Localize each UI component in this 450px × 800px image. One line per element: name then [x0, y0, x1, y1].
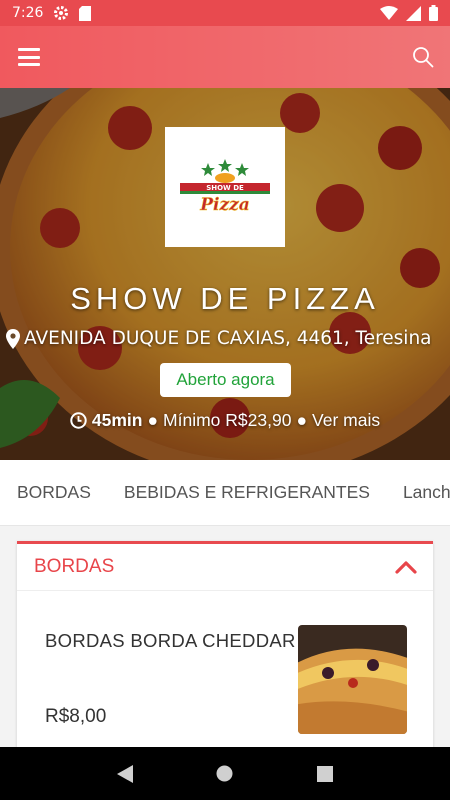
navigation-bar — [0, 747, 450, 800]
delivery-info: 45min ● Mínimo R$23,90 ● Ver mais — [0, 410, 450, 431]
product-price: R$8,00 — [45, 706, 107, 727]
status-bar: 7:26 — [0, 0, 450, 26]
app-bar — [0, 26, 450, 88]
product-name: BORDAS BORDA CHEDDAR — [45, 630, 296, 651]
chevron-up-icon[interactable] — [395, 560, 417, 574]
separator-dot: ● — [147, 410, 159, 430]
open-status-badge: Aberto agora — [160, 363, 291, 397]
search-icon[interactable] — [412, 46, 434, 68]
section-title: BORDAS — [34, 556, 115, 577]
tab-bordas[interactable]: BORDAS — [17, 482, 91, 503]
home-icon[interactable] — [216, 765, 233, 782]
category-section: BORDAS BORDAS BORDA CHEDDAR R$8,00 — [17, 541, 433, 761]
battery-icon — [429, 5, 438, 21]
logo-text-top: SHOW DE — [206, 184, 244, 192]
settings-icon — [54, 6, 69, 20]
signal-icon — [406, 5, 421, 21]
divider — [17, 590, 433, 591]
back-icon[interactable] — [116, 764, 133, 783]
section-header[interactable]: BORDAS — [17, 544, 433, 590]
tab-lanches[interactable]: Lanches — [403, 482, 450, 503]
map-pin-icon — [6, 328, 20, 349]
tab-bebidas[interactable]: BEBIDAS E REFRIGERANTES — [124, 482, 370, 503]
logo-text-bottom: Pizza — [199, 195, 250, 215]
recents-icon[interactable] — [317, 765, 334, 782]
clock-icon — [70, 412, 87, 429]
sd-card-icon — [79, 5, 92, 21]
delivery-time: 45min — [91, 410, 143, 430]
status-time: 7:26 — [12, 5, 44, 21]
wifi-icon — [380, 6, 398, 20]
restaurant-hero: SHOW DE Pizza SHOW DE PIZZA AVENIDA DUQU… — [0, 88, 450, 460]
restaurant-address: AVENIDA DUQUE DE CAXIAS, 4461, Teresina — [6, 328, 446, 349]
address-text: AVENIDA DUQUE DE CAXIAS, 4461, Teresina — [24, 328, 432, 349]
see-more-link[interactable]: Ver mais — [312, 410, 380, 431]
product-image — [298, 625, 407, 734]
minimum-order: Mínimo R$23,90 — [163, 410, 292, 430]
restaurant-logo: SHOW DE Pizza — [165, 127, 285, 247]
category-tabs: BORDAS BEBIDAS E REFRIGERANTES Lanches — [0, 460, 450, 526]
menu-icon[interactable] — [18, 48, 40, 66]
separator-dot: ● — [296, 410, 308, 430]
restaurant-name: SHOW DE PIZZA — [70, 281, 380, 316]
product-item[interactable]: BORDAS BORDA CHEDDAR R$8,00 — [33, 604, 423, 754]
